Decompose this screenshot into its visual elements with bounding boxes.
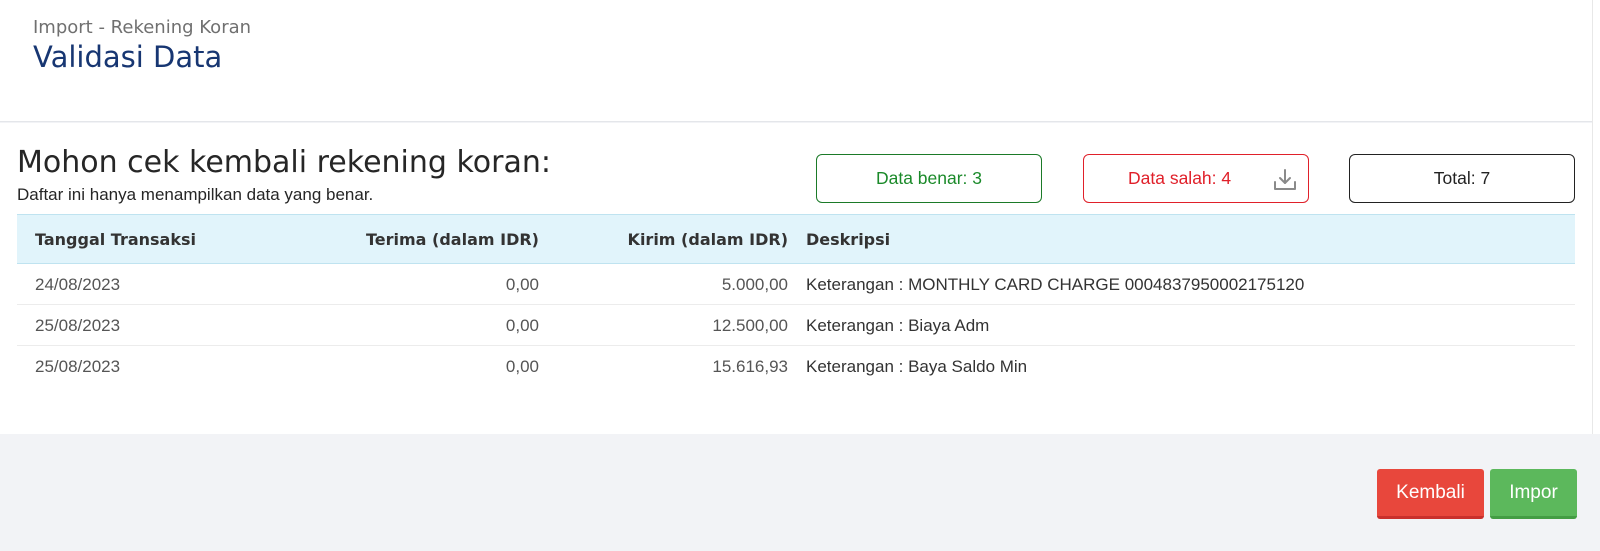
cell-deskripsi: Keterangan : Biaya Adm xyxy=(806,316,990,335)
cell-kirim: 5.000,00 xyxy=(721,275,788,294)
cell-tanggal: 24/08/2023 xyxy=(35,275,121,294)
cell-deskripsi: Keterangan : Baya Saldo Min xyxy=(806,357,1028,376)
table-header: Tanggal Transaksi Terima (dalam IDR) Kir… xyxy=(17,214,1575,264)
page-header: Import - Rekening Koran Validasi Data xyxy=(0,0,1600,122)
invalid-count-badge[interactable]: Data salah: 4 xyxy=(1083,154,1309,203)
cell-kirim: 15.616,93 xyxy=(712,357,788,376)
total-count-badge: Total: 7 xyxy=(1349,154,1575,203)
section-subheading: Daftar ini hanya menampilkan data yang b… xyxy=(17,185,374,204)
download-icon[interactable] xyxy=(1272,167,1298,193)
back-button[interactable]: Kembali xyxy=(1377,469,1484,519)
validation-panel: Mohon cek kembali rekening koran: Daftar… xyxy=(0,123,1600,434)
transactions-table: Tanggal Transaksi Terima (dalam IDR) Kir… xyxy=(17,214,1575,387)
cell-tanggal: 25/08/2023 xyxy=(35,316,121,335)
column-header-tanggal: Tanggal Transaksi xyxy=(35,230,196,249)
cell-terima: 0,00 xyxy=(505,316,539,335)
total-count-label: Total: 7 xyxy=(1433,168,1491,188)
cell-tanggal: 25/08/2023 xyxy=(35,357,121,376)
invalid-count-label: Data salah: 4 xyxy=(1128,168,1232,188)
column-header-terima: Terima (dalam IDR) xyxy=(365,230,539,249)
table-row: 24/08/2023 0,00 5.000,00 Keterangan : MO… xyxy=(17,264,1575,305)
cell-deskripsi: Keterangan : MONTHLY CARD CHARGE 0004837… xyxy=(806,275,1305,294)
table-row: 25/08/2023 0,00 15.616,93 Keterangan : B… xyxy=(17,346,1575,387)
page-title: Validasi Data xyxy=(33,40,223,74)
cell-kirim: 12.500,00 xyxy=(712,316,788,335)
section-heading: Mohon cek kembali rekening koran: xyxy=(17,145,551,180)
import-button[interactable]: Impor xyxy=(1490,469,1577,519)
valid-count-label: Data benar: 3 xyxy=(875,168,983,188)
cell-terima: 0,00 xyxy=(505,357,539,376)
table-row: 25/08/2023 0,00 12.500,00 Keterangan : B… xyxy=(17,305,1575,346)
valid-count-badge[interactable]: Data benar: 3 xyxy=(816,154,1042,203)
column-header-deskripsi: Deskripsi xyxy=(806,230,891,249)
breadcrumb: Import - Rekening Koran xyxy=(33,17,252,38)
cell-terima: 0,00 xyxy=(505,275,539,294)
column-header-kirim: Kirim (dalam IDR) xyxy=(627,230,788,249)
scrollbar[interactable] xyxy=(1592,0,1600,434)
